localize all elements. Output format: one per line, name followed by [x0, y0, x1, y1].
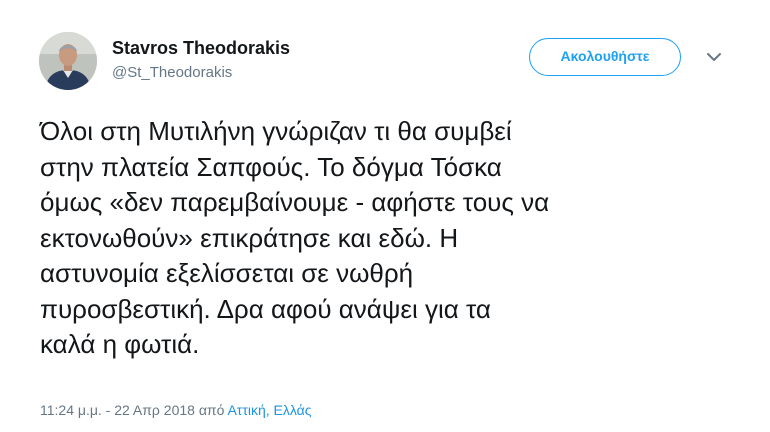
tweet-text: Όλοι στη Μυτιλήνη γνώριζαν τι θα συμβεί …: [40, 114, 740, 363]
chevron-down-icon[interactable]: [704, 50, 724, 64]
follow-button[interactable]: Ακολουθήστε: [529, 38, 681, 76]
author-handle[interactable]: @St_Theodorakis: [112, 64, 232, 82]
tweet-line: εκτονωθούν» επικράτησε και εδώ. Η: [40, 222, 459, 253]
tweet-location-link[interactable]: Αττική, Ελλάς: [227, 402, 311, 418]
avatar[interactable]: [39, 32, 97, 90]
author-name[interactable]: Stavros Theodorakis: [112, 37, 290, 59]
tweet-line: πυροσβεστική. Δρα αφού ανάψει για τα: [40, 293, 491, 324]
tweet-timestamp[interactable]: 11:24 μ.μ. - 22 Απρ 2018 από: [40, 402, 227, 418]
tweet-line: Όλοι στη Μυτιλήνη γνώριζαν τι θα συμβεί: [40, 116, 512, 146]
tweet-metadata: 11:24 μ.μ. - 22 Απρ 2018 από Αττική, Ελλ…: [40, 401, 312, 419]
tweet-line: στην πλατεία Σαπφούς. Το δόγμα Τόσκα: [40, 151, 502, 182]
tweet-line: καλά η φωτιά.: [40, 329, 200, 359]
tweet-line: όμως «δεν παρεμβαίνουμε - αφήστε τους να: [40, 187, 550, 217]
tweet-card: Stavros Theodorakis @St_Theodorakis Ακολ…: [0, 0, 770, 432]
tweet-line: αστυνομία εξελίσσεται σε νωθρή: [40, 258, 414, 288]
